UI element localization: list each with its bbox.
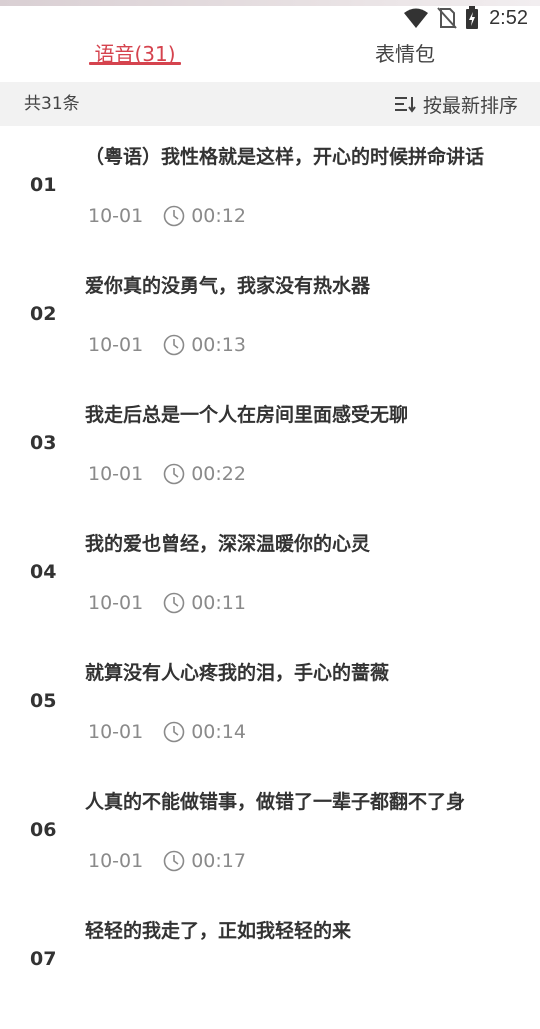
list-item[interactable]: 04 我的爱也曾经，深深温暖你的心灵 10-01 00:11: [0, 513, 540, 642]
clock-icon: [163, 334, 185, 356]
tab-voice[interactable]: 语音(31): [88, 32, 182, 72]
list-item[interactable]: 07 轻轻的我走了，正如我轻轻的来: [0, 900, 540, 1029]
sort-icon: [393, 94, 417, 114]
active-tab-indicator: [89, 62, 181, 65]
item-duration: 00:13: [191, 334, 246, 356]
item-index: 04: [30, 561, 57, 583]
item-index: 02: [30, 303, 57, 325]
clock-icon: [163, 205, 185, 227]
item-index: 03: [30, 432, 57, 454]
item-duration: 00:22: [191, 463, 246, 485]
clock-icon: [163, 850, 185, 872]
item-duration: 00:14: [191, 721, 246, 743]
item-title: 就算没有人心疼我的泪，手心的蔷薇: [85, 662, 390, 684]
item-meta: 10-01 00:12: [88, 204, 246, 228]
item-date: 10-01: [88, 334, 144, 356]
item-title: 轻轻的我走了，正如我轻轻的来: [85, 920, 352, 942]
total-count-label: 共31条: [24, 94, 80, 114]
item-index: 06: [30, 819, 57, 841]
item-date: 10-01: [88, 592, 144, 614]
clock-icon: [163, 592, 185, 614]
item-meta: 10-01 00:14: [88, 720, 246, 744]
tab-bar: 语音(31) 表情包: [0, 26, 540, 82]
item-date: 10-01: [88, 721, 144, 743]
sort-label: 按最新排序: [422, 94, 518, 117]
list-item[interactable]: 01 （粤语）我性格就是这样，开心的时候拼命讲话 10-01 00:12: [0, 126, 540, 255]
clock-icon: [163, 721, 185, 743]
item-title: 我走后总是一个人在房间里面感受无聊: [85, 404, 409, 426]
clock-icon: [163, 463, 185, 485]
item-meta: 10-01 00:17: [88, 849, 246, 873]
item-title: 我的爱也曾经，深深温暖你的心灵: [85, 533, 371, 555]
item-meta: 10-01 00:11: [88, 591, 246, 615]
item-title: （粤语）我性格就是这样，开心的时候拼命讲话: [85, 146, 485, 168]
item-index: 05: [30, 690, 57, 712]
tab-stickers[interactable]: 表情包: [362, 32, 448, 72]
item-meta: 10-01 00:13: [88, 333, 246, 357]
item-meta: 10-01 00:22: [88, 462, 246, 486]
voice-list: 01 （粤语）我性格就是这样，开心的时候拼命讲话 10-01 00:12 02 …: [0, 126, 540, 1029]
item-duration: 00:17: [191, 850, 246, 872]
item-date: 10-01: [88, 205, 144, 227]
filter-bar: 共31条 按最新排序: [0, 82, 540, 126]
item-date: 10-01: [88, 463, 144, 485]
list-item[interactable]: 02 爱你真的没勇气，我家没有热水器 10-01 00:13: [0, 255, 540, 384]
item-date: 10-01: [88, 850, 144, 872]
item-index: 07: [30, 948, 57, 970]
item-title: 爱你真的没勇气，我家没有热水器: [85, 275, 371, 297]
item-duration: 00:12: [191, 205, 246, 227]
item-index: 01: [30, 174, 57, 196]
item-title: 人真的不能做错事，做错了一辈子都翻不了身: [85, 791, 466, 813]
list-item[interactable]: 06 人真的不能做错事，做错了一辈子都翻不了身 10-01 00:17: [0, 771, 540, 900]
item-duration: 00:11: [191, 592, 246, 614]
list-item[interactable]: 03 我走后总是一个人在房间里面感受无聊 10-01 00:22: [0, 384, 540, 513]
sort-button[interactable]: 按最新排序: [393, 82, 518, 126]
list-item[interactable]: 05 就算没有人心疼我的泪，手心的蔷薇 10-01 00:14: [0, 642, 540, 771]
